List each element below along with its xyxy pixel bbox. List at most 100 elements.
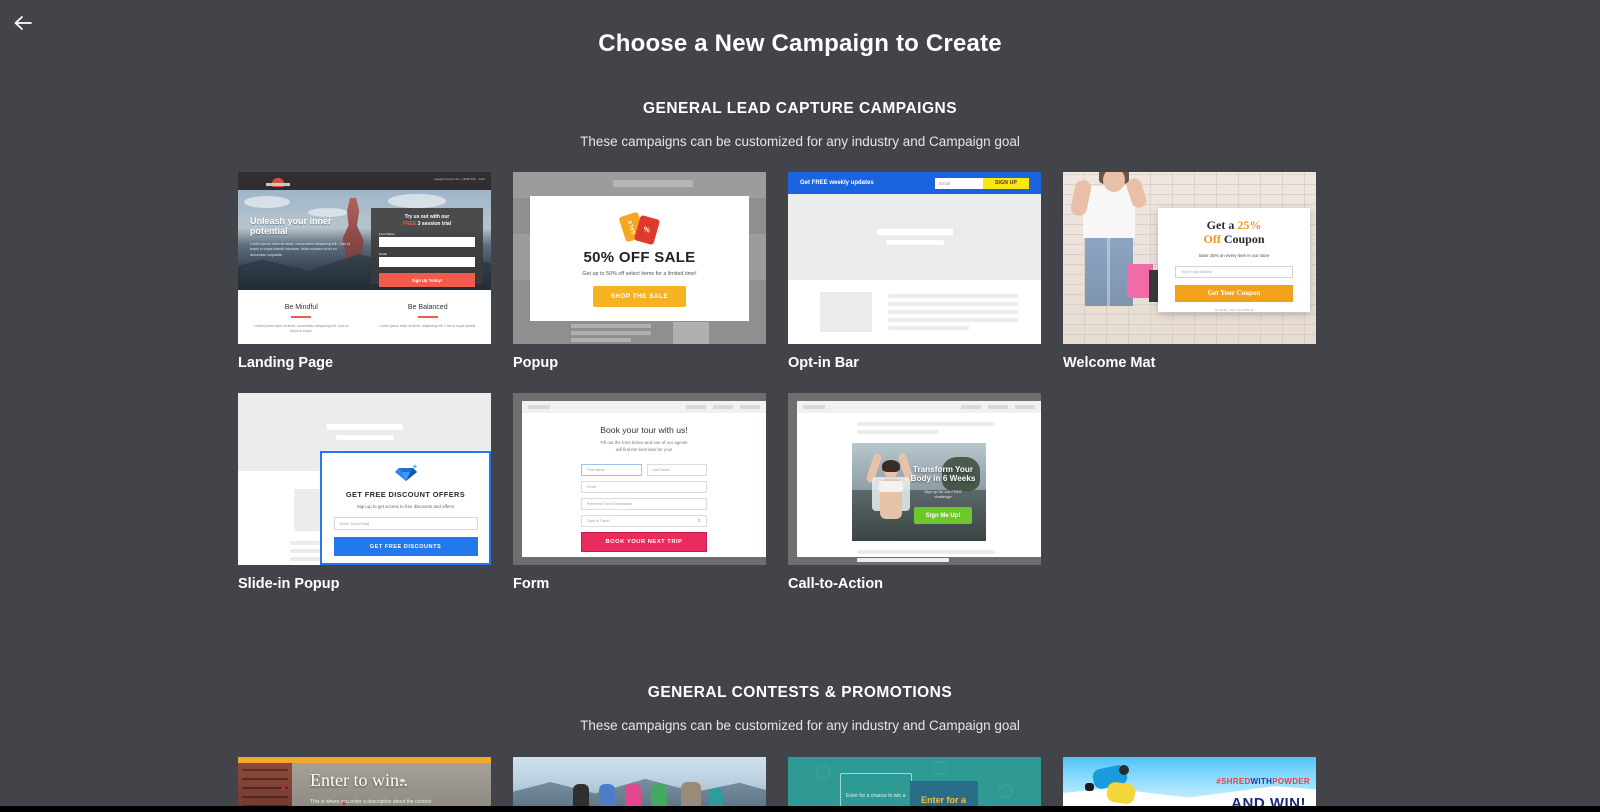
campaign-thumbnail-tech-giveaway: Enter for a chance to win a Enter for a bbox=[788, 757, 1041, 806]
wm-headline-off: Off bbox=[1203, 231, 1221, 246]
contests-card-grid: Enter to win.. This is where you enter a… bbox=[238, 757, 1338, 806]
campaign-card-optin-bar[interactable]: Get FREE weekly updates Email SIGN UP Op… bbox=[788, 172, 1041, 371]
campaign-card-tech-giveaway[interactable]: Enter for a chance to win a Enter for a bbox=[788, 757, 1041, 806]
fm-field-first-name: First Name bbox=[581, 463, 642, 476]
campaign-card-label: Opt-in Bar bbox=[788, 355, 859, 371]
wm-fine-print: No thanks, I don't want 25% off bbox=[1214, 307, 1254, 312]
section-title: GENERAL LEAD CAPTURE CAMPAIGNS bbox=[642, 100, 958, 117]
lp-input-email bbox=[379, 257, 475, 267]
lp-col2-title: Be Balanced bbox=[407, 304, 448, 311]
lp-cta-button: Sign Up Today! bbox=[379, 273, 475, 287]
lp-col1-title: Be Mindful bbox=[284, 304, 318, 311]
campaign-card-landing-page[interactable]: yoga@moment.com | (408) 555 - 1234 Unlea… bbox=[238, 172, 491, 371]
ob-bar-text: Get FREE weekly updates bbox=[800, 180, 874, 186]
campaign-card-enter-to-win[interactable]: Enter to win.. This is where you enter a… bbox=[238, 757, 491, 806]
lp-headline: Unleash your inner potential bbox=[250, 216, 332, 237]
fm-cta-button: BOOK YOUR NEXT TRIP bbox=[581, 531, 707, 552]
ct-headline-line1: Transform Your bbox=[912, 465, 974, 474]
campaign-chooser-screen: Choose a New Campaign to Create GENERAL … bbox=[0, 0, 1600, 806]
ct-sub-line1: Sign up for our FREE bbox=[923, 488, 963, 494]
sl-subtext: Sign up to get access to free discounts … bbox=[356, 504, 455, 509]
campaign-card-label: Form bbox=[513, 576, 550, 592]
campaign-card-label: Welcome Mat bbox=[1063, 355, 1156, 371]
campaign-card-label: Slide-in Popup bbox=[238, 576, 340, 592]
wm-subtext: Save 25% on every item in our store bbox=[1198, 252, 1270, 258]
lp-label-first-name: First Name bbox=[379, 232, 395, 236]
campaign-card-shred-with-powder[interactable]: #SHREDWITHPOWDER AND WIN! bbox=[1063, 757, 1316, 806]
lp-form-title-1: Try us out with our bbox=[404, 214, 450, 220]
ob-signup-button: SIGN UP bbox=[983, 177, 1029, 189]
fm-field-last-name: Last Name bbox=[646, 463, 707, 476]
c1-subtext: This is where you enter a description ab… bbox=[310, 799, 432, 805]
yoga-logo-icon bbox=[266, 175, 290, 187]
section-subtitle: These campaigns can be customized for an… bbox=[580, 134, 1020, 149]
c1-headline: Enter to win.. bbox=[310, 770, 408, 790]
wm-headline-pct: 25% bbox=[1237, 218, 1262, 232]
section-title: GENERAL CONTESTS & PROMOTIONS bbox=[647, 684, 953, 701]
campaign-thumbnail-call-to-action: Transform Your Body in 6 Weeks Sign up f… bbox=[788, 393, 1041, 565]
sale-tag-icon: SALE % bbox=[617, 211, 662, 245]
lp-col2-body: Lorem ipsum dolor sit amet, adipiscing e… bbox=[379, 323, 477, 328]
lead-capture-card-grid: yoga@moment.com | (408) 555 - 1234 Unlea… bbox=[238, 172, 1338, 592]
campaign-card-welcome-mat[interactable]: Get a 25% Off Coupon Save 25% on every i… bbox=[1063, 172, 1316, 371]
sl-headline: GET FREE DISCOUNT OFFERS bbox=[345, 490, 466, 499]
lp-form-free: FREE bbox=[402, 220, 417, 227]
c3-headline: Enter for a chance to win a bbox=[846, 793, 906, 799]
campaign-thumbnail-landing-page: yoga@moment.com | (408) 555 - 1234 Unlea… bbox=[238, 172, 491, 344]
campaign-thumbnail-optin-bar: Get FREE weekly updates Email SIGN UP bbox=[788, 172, 1041, 344]
campaign-card-slide-in-popup[interactable]: GET FREE DISCOUNT OFFERS Sign up to get … bbox=[238, 393, 491, 592]
pu-tag-b-text: % bbox=[642, 225, 651, 234]
campaign-card-form[interactable]: Book your tour with us! Fill out the for… bbox=[513, 393, 766, 592]
lp-input-first-name bbox=[379, 237, 475, 247]
ct-cta-button: Sign Me Up! bbox=[914, 507, 972, 525]
lp-nav-contact: yoga@moment.com | (408) 555 - 1234 bbox=[433, 178, 485, 181]
c4-headline: AND WIN! bbox=[1231, 795, 1306, 806]
section-header-contests: GENERAL CONTESTS & PROMOTIONS These camp… bbox=[0, 684, 1600, 733]
c4-hashtag-b: WITH bbox=[1250, 777, 1273, 786]
c4-hashtag-c: POWDER bbox=[1272, 777, 1310, 786]
sl-email-input: Enter Your Email bbox=[333, 517, 478, 530]
campaign-thumbnail-shred-with-powder: #SHREDWITHPOWDER AND WIN! bbox=[1063, 757, 1316, 806]
lp-body-text: Lorem ipsum dolor sit amet, consectetur … bbox=[250, 242, 350, 257]
campaign-card-label: Call-to-Action bbox=[788, 576, 884, 592]
campaign-thumbnail-slide-in-popup: GET FREE DISCOUNT OFFERS Sign up to get … bbox=[238, 393, 491, 565]
wm-email-input: Your Email Address bbox=[1175, 265, 1293, 278]
pu-headline: 50% OFF SALE bbox=[583, 248, 696, 266]
campaign-card-call-to-action[interactable]: Transform Your Body in 6 Weeks Sign up f… bbox=[788, 393, 1041, 592]
section-subtitle: These campaigns can be customized for an… bbox=[580, 718, 1020, 733]
c4-hashtag-a: #SHRED bbox=[1216, 777, 1251, 786]
fm-field-destination: Preferred Travel Destination bbox=[581, 497, 707, 510]
ct-headline-line2: Body in 6 Weeks bbox=[910, 474, 976, 484]
fm-field-email: Email bbox=[581, 480, 707, 493]
pu-subtext: Get up to 50% off select items for a lim… bbox=[582, 270, 697, 277]
fm-field-travel-type: Type of Travel bbox=[581, 514, 707, 527]
fm-headline: Book your tour with us! bbox=[600, 425, 688, 435]
campaign-thumbnail-enter-to-win: Enter to win.. This is where you enter a… bbox=[238, 757, 491, 806]
campaign-thumbnail-welcome-mat: Get a 25% Off Coupon Save 25% on every i… bbox=[1063, 172, 1316, 344]
wm-headline-1: Get a bbox=[1206, 218, 1238, 232]
campaign-card-label: Popup bbox=[513, 355, 559, 371]
ct-sub-line2: challenge bbox=[934, 494, 952, 500]
lp-col1-body: Lorem ipsum dolor sit amet, consectetur … bbox=[254, 323, 349, 333]
pu-cta-button: SHOP THE SALE bbox=[592, 285, 687, 307]
fm-sub-line1: Fill out the form below and one of our a… bbox=[600, 440, 688, 445]
campaign-card-popup[interactable]: SALE % 50% OFF SALE Get up to 50% off se… bbox=[513, 172, 766, 371]
campaign-card-yoga-retreat[interactable] bbox=[513, 757, 766, 806]
section-header-lead-capture: GENERAL LEAD CAPTURE CAMPAIGNS These cam… bbox=[0, 100, 1600, 149]
campaign-thumbnail-yoga-retreat bbox=[513, 757, 766, 806]
sl-cta-button: GET FREE DISCOUNTS bbox=[333, 537, 478, 556]
wm-headline-2: Coupon bbox=[1220, 231, 1265, 246]
campaign-thumbnail-popup: SALE % 50% OFF SALE Get up to 50% off se… bbox=[513, 172, 766, 344]
c3-badge: Enter for a bbox=[921, 795, 967, 805]
page-title: Choose a New Campaign to Create bbox=[598, 30, 1002, 57]
lp-form-title-2: 3 session trial bbox=[416, 220, 452, 227]
campaign-thumbnail-form: Book your tour with us! Fill out the for… bbox=[513, 393, 766, 565]
campaign-card-label: Landing Page bbox=[238, 355, 334, 371]
fm-sub-line2: will find the best deal for you! bbox=[615, 446, 673, 452]
diamond-icon bbox=[393, 463, 419, 483]
ob-email-input: Email bbox=[935, 177, 983, 189]
arrow-left-icon bbox=[13, 15, 33, 31]
wm-cta-button: Get Your Coupon bbox=[1175, 284, 1293, 302]
bottom-black-bar bbox=[0, 806, 1600, 812]
lp-label-email: Email bbox=[379, 252, 388, 256]
